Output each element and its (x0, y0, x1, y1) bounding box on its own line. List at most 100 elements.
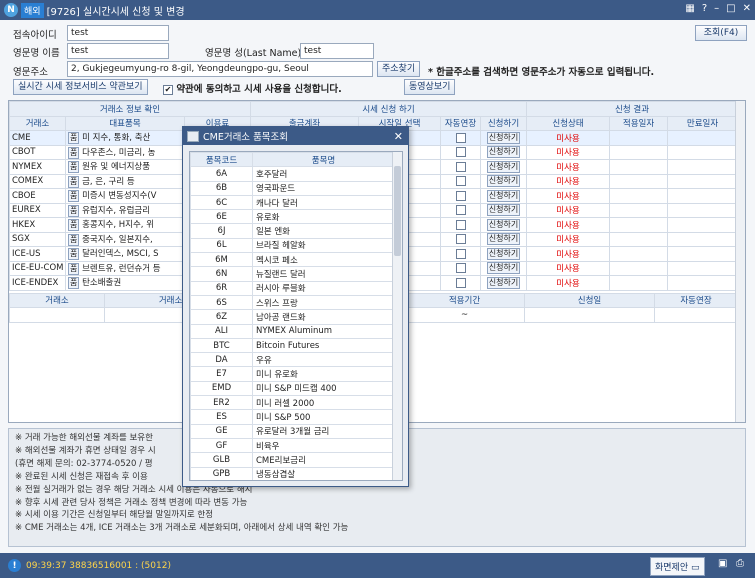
auto-renew-checkbox[interactable] (455, 190, 466, 201)
eng-last-field[interactable]: test (300, 43, 374, 59)
product-code: 6R (190, 280, 253, 296)
auto-renew-checkbox[interactable] (455, 277, 466, 288)
row-exchange: HKEX (9, 217, 66, 233)
row-items: 품 금, 은, 구리 등 (65, 173, 185, 189)
popup-close-icon[interactable]: ✕ (394, 130, 403, 143)
product-row[interactable]: 6J 일본 엔화 (190, 223, 395, 239)
auto-renew-checkbox[interactable] (455, 132, 466, 143)
agree-checkbox[interactable]: ✔ (163, 84, 173, 95)
auto-renew-checkbox[interactable] (455, 161, 466, 172)
save-icon[interactable]: ▣ (718, 558, 727, 569)
close-icon[interactable]: ✕ (743, 3, 751, 14)
row-items-text: 원유 및 에너지상품 (82, 162, 151, 173)
agree-text: 약관에 동의하고 시세 사용을 신청합니다. (176, 84, 342, 95)
apply-button[interactable]: 신청하기 (486, 262, 521, 275)
product-row[interactable]: ALI NYMEX Aluminum (190, 323, 395, 339)
product-row[interactable]: BTC Bitcoin Futures (190, 337, 395, 354)
row-auto-renew (440, 260, 481, 276)
grid-scrollbar[interactable] (735, 101, 745, 422)
product-row[interactable]: GPB 냉동삼겹살 (190, 466, 395, 480)
product-row[interactable]: EMD 미니 S&P 미드캡 400 (190, 380, 395, 397)
view-terms-button[interactable]: 실시간 시세 정보서비스 약관보기 (13, 79, 148, 95)
product-row[interactable]: GF 비육우 (190, 437, 395, 454)
product-view-button[interactable]: 품 (68, 248, 80, 261)
product-row[interactable]: 6R 러시아 루블화 (190, 280, 395, 296)
row-items: 품 탄소배출권 (65, 275, 185, 291)
apply-button[interactable]: 신청하기 (486, 160, 521, 173)
apply-button[interactable]: 신청하기 (486, 131, 521, 144)
query-button[interactable]: 조회(F4) (695, 25, 747, 41)
auto-renew-checkbox[interactable] (455, 219, 466, 230)
product-row[interactable]: 6B 영국파운드 (190, 180, 395, 196)
apply-button[interactable]: 신청하기 (486, 218, 521, 231)
address-search-button[interactable]: 주소찾기 (377, 61, 421, 77)
eng-first-field[interactable]: test (67, 43, 169, 59)
row-status: 미사용 (526, 217, 611, 233)
help-icon[interactable]: ? (702, 3, 707, 14)
product-code: EMD (190, 380, 253, 397)
product-row[interactable]: ER2 미니 러셀 2000 (190, 395, 395, 411)
minimize-icon[interactable]: – (714, 3, 719, 14)
product-popup: CME거래소 품목조회 ✕ 품목코드 품목명 6A 호주달러 6B 영국파운드 6C 캐나… (182, 126, 409, 487)
product-name: 멕시코 페소 (252, 252, 395, 268)
row-items-text: 미증시 변동성지수(V (82, 191, 157, 202)
product-view-button[interactable]: 품 (68, 175, 80, 188)
print-icon[interactable]: ⎙ (736, 558, 744, 569)
product-view-button[interactable]: 품 (68, 219, 80, 232)
apply-button[interactable]: 신청하기 (486, 233, 521, 246)
product-view-button[interactable]: 품 (68, 233, 80, 246)
product-row[interactable]: 6L 브라질 헤알화 (190, 237, 395, 254)
row-status: 미사용 (526, 130, 611, 146)
apply-button[interactable]: 신청하기 (486, 189, 521, 202)
product-row[interactable]: 6Z 남아공 랜드화 (190, 309, 395, 325)
product-row[interactable]: ES 미니 S&P 500 (190, 409, 395, 425)
popup-scroll-thumb[interactable] (394, 166, 401, 256)
auto-renew-checkbox[interactable] (455, 263, 466, 273)
row-items-text: 다우존스, 미금리, 농 (82, 147, 156, 158)
row-expire (667, 246, 739, 262)
address-field[interactable]: 2, Gukjegeumyung-ro 8-gil, Yeongdeungpo-… (67, 61, 373, 77)
product-row[interactable]: 6A 호주달러 (190, 166, 395, 182)
product-view-button[interactable]: 품 (68, 161, 80, 174)
product-view-button[interactable]: 품 (68, 204, 80, 217)
apply-button[interactable]: 신청하기 (486, 247, 521, 260)
product-row[interactable]: 6C 캐나다 달러 (190, 194, 395, 211)
screen-suggest-button[interactable]: 화면제안 ▭ (650, 557, 705, 576)
product-code: 6E (190, 209, 253, 225)
login-id-field[interactable]: test (67, 25, 169, 41)
product-row[interactable]: 6M 멕시코 페소 (190, 252, 395, 268)
apply-button[interactable]: 신청하기 (486, 175, 521, 188)
row-apply-cell: 신청하기 (479, 202, 528, 218)
info-line: ※ 시세 이용 기간은 신청일부터 해당월 말일까지로 한정 (15, 510, 214, 521)
product-view-button[interactable]: 품 (68, 262, 80, 275)
apply-button[interactable]: 신청하기 (486, 204, 521, 217)
product-row[interactable]: DA 우유 (190, 352, 395, 368)
product-view-button[interactable]: 품 (68, 277, 80, 290)
product-row[interactable]: 6N 뉴질랜드 달러 (190, 266, 395, 282)
popup-scrollbar[interactable] (392, 152, 402, 480)
product-row[interactable]: 6E 유로화 (190, 209, 395, 225)
product-row[interactable]: GE 유로달러 3개월 금리 (190, 423, 395, 439)
row-exchange: ICE-EU-COM (9, 260, 66, 276)
product-view-button[interactable]: 품 (68, 190, 80, 203)
product-row[interactable]: E7 미니 유로화 (190, 366, 395, 382)
apply-button[interactable]: 신청하기 (486, 276, 521, 289)
apply-button[interactable]: 신청하기 (486, 146, 521, 159)
row-items-text: 미 지수, 통화, 축산 (82, 133, 151, 144)
auto-renew-checkbox[interactable] (455, 176, 466, 186)
row-items-text: 탄소배출권 (82, 278, 122, 289)
grid-icon[interactable]: ▦ (685, 3, 694, 14)
detail-col-auto: 자동연장 (654, 292, 738, 308)
product-row[interactable]: GLB CME리보금리 (190, 452, 395, 468)
maximize-icon[interactable]: □ (726, 3, 735, 14)
product-view-button[interactable]: 품 (68, 146, 80, 159)
auto-renew-checkbox[interactable] (455, 205, 466, 215)
product-view-button[interactable]: 품 (68, 132, 80, 145)
auto-renew-checkbox[interactable] (455, 147, 466, 157)
product-row[interactable]: 6S 스위스 프랑 (190, 294, 395, 311)
auto-renew-checkbox[interactable] (455, 248, 466, 259)
product-code: BTC (190, 337, 253, 354)
auto-renew-checkbox[interactable] (455, 234, 466, 244)
row-auto-renew (440, 202, 481, 218)
video-button[interactable]: 동영상보기 (404, 79, 456, 95)
